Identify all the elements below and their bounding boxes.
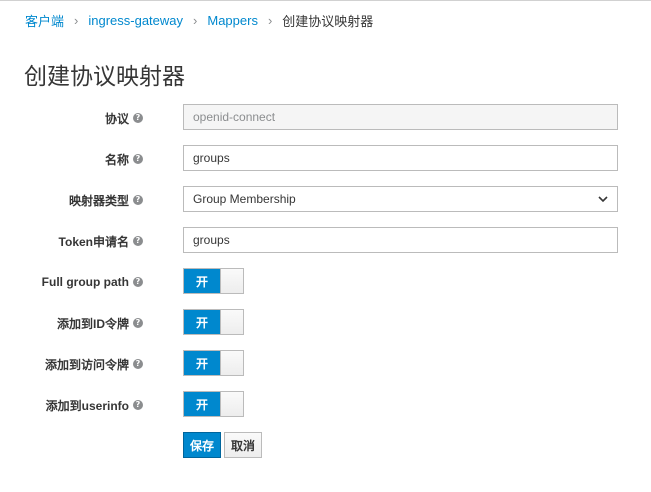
breadcrumb-client-link[interactable]: ingress-gateway xyxy=(88,13,183,28)
cancel-button[interactable]: 取消 xyxy=(224,432,262,458)
add-to-userinfo-toggle[interactable]: 开 xyxy=(183,391,244,417)
help-icon[interactable]: ? xyxy=(133,195,143,205)
add-to-access-token-label-text: 添加到访问令牌 xyxy=(44,357,129,372)
chevron-down-icon xyxy=(598,196,608,203)
mapper-type-row: 映射器类型 ? Group Membership xyxy=(0,186,651,214)
protocol-field: openid-connect xyxy=(183,104,618,130)
full-group-path-row: Full group path ? 开 xyxy=(0,268,651,296)
save-button[interactable]: 保存 xyxy=(183,432,221,458)
full-group-path-label: Full group path ? xyxy=(42,268,143,296)
help-icon[interactable]: ? xyxy=(133,359,143,369)
chevron-right-icon: › xyxy=(193,12,198,28)
mapper-type-value: Group Membership xyxy=(193,192,296,206)
toggle-on-label: 开 xyxy=(184,392,220,416)
toggle-on-label: 开 xyxy=(184,269,220,293)
token-claim-row: Token申请名 ? groups xyxy=(0,227,651,255)
toggle-knob xyxy=(220,310,243,334)
protocol-label-text: 协议 xyxy=(104,111,129,126)
protocol-label: 协议 ? xyxy=(105,104,143,132)
mapper-type-select[interactable]: Group Membership xyxy=(183,186,618,212)
protocol-row: 协议 ? openid-connect xyxy=(0,104,651,132)
toggle-on-label: 开 xyxy=(184,310,220,334)
page: 客户端 › ingress-gateway › Mappers › 创建协议映射… xyxy=(0,0,651,492)
add-to-id-token-label: 添加到ID令牌 ? xyxy=(57,309,143,337)
add-to-id-token-toggle[interactable]: 开 xyxy=(183,309,244,335)
name-row: 名称 ? groups xyxy=(0,145,651,173)
add-to-access-token-toggle[interactable]: 开 xyxy=(183,350,244,376)
mapper-type-label: 映射器类型 ? xyxy=(69,186,143,214)
toggle-knob xyxy=(220,351,243,375)
help-icon[interactable]: ? xyxy=(133,236,143,246)
help-icon[interactable]: ? xyxy=(133,113,143,123)
help-icon[interactable]: ? xyxy=(133,400,143,410)
token-claim-label: Token申请名 ? xyxy=(59,227,143,255)
top-divider xyxy=(0,0,651,1)
breadcrumb-current: 创建协议映射器 xyxy=(282,13,374,29)
full-group-path-toggle[interactable]: 开 xyxy=(183,268,244,294)
name-label-text: 名称 xyxy=(104,152,129,167)
token-claim-label-text: Token申请名 xyxy=(58,234,129,249)
add-to-access-token-row: 添加到访问令牌 ? 开 xyxy=(0,350,651,378)
mapper-type-label-text: 映射器类型 xyxy=(68,193,129,208)
full-group-path-label-text: Full group path xyxy=(41,275,129,289)
add-to-id-token-row: 添加到ID令牌 ? 开 xyxy=(0,309,651,337)
breadcrumb: 客户端 › ingress-gateway › Mappers › 创建协议映射… xyxy=(25,11,373,29)
page-title: 创建协议映射器 xyxy=(24,63,185,89)
help-icon[interactable]: ? xyxy=(133,154,143,164)
add-to-userinfo-label: 添加到userinfo ? xyxy=(46,391,143,419)
toggle-on-label: 开 xyxy=(184,351,220,375)
breadcrumb-clients-link[interactable]: 客户端 xyxy=(25,11,64,30)
name-field[interactable]: groups xyxy=(183,145,618,171)
add-to-id-token-label-text: 添加到ID令牌 xyxy=(56,316,129,331)
help-icon[interactable]: ? xyxy=(133,277,143,287)
help-icon[interactable]: ? xyxy=(133,318,143,328)
chevron-right-icon: › xyxy=(74,12,79,28)
name-label: 名称 ? xyxy=(105,145,143,173)
token-claim-field[interactable]: groups xyxy=(183,227,618,253)
toggle-knob xyxy=(220,269,243,293)
add-to-userinfo-label-text: 添加到userinfo xyxy=(45,398,129,413)
chevron-right-icon: › xyxy=(267,12,273,28)
add-to-userinfo-row: 添加到userinfo ? 开 xyxy=(0,391,651,419)
toggle-knob xyxy=(220,392,243,416)
breadcrumb-mappers-link[interactable]: Mappers xyxy=(207,13,258,28)
add-to-access-token-label: 添加到访问令牌 ? xyxy=(45,350,143,378)
